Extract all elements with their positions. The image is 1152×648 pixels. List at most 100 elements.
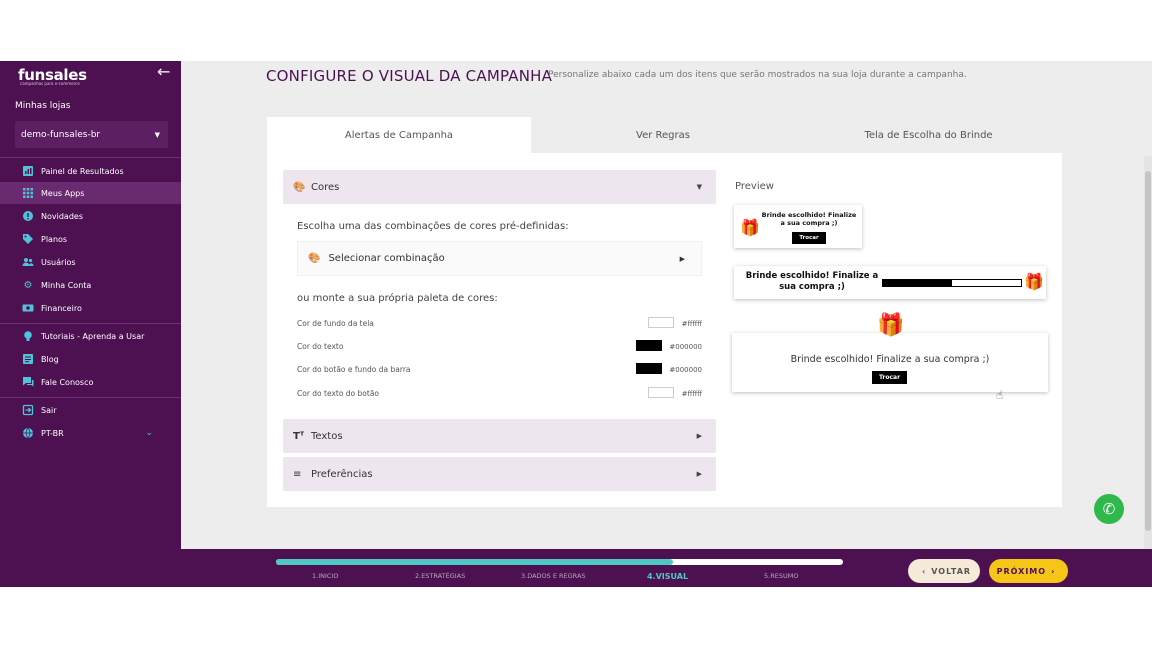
sidebar-item-painel[interactable]: Painel de Resultados — [0, 160, 181, 182]
logo-tagline: campanhas para e-commerce — [20, 81, 80, 86]
accordion-textos-header[interactable]: Tᵀ Textos ▶ — [283, 419, 716, 453]
color-swatch[interactable] — [648, 317, 674, 328]
globe-icon — [22, 427, 34, 439]
back-button-label: VOLTAR — [931, 566, 972, 576]
color-row-botao-barra: Cor do botão e fundo da barra #000000 — [297, 363, 702, 377]
own-palette-hint: ou monte a sua própria paleta de cores: — [297, 293, 498, 304]
chevron-left-icon: ‹ — [921, 566, 927, 576]
sidebar-item-sair[interactable]: Sair — [0, 399, 181, 421]
wizard-footer: 1.INICIO 2.ESTRATÉGIAS 3.DADOS E REGRAS … — [181, 549, 1152, 587]
accordion-title: Textos — [311, 430, 343, 442]
preset-hint: Escolha uma das combinações de cores pré… — [297, 221, 569, 232]
gear-icon: ⚙ — [23, 279, 33, 291]
color-hex[interactable]: #ffffff — [682, 320, 702, 328]
sidebar: funsales campanhas para e-commerce ← Min… — [0, 61, 181, 587]
language-select[interactable]: PT-BR ⌄ — [0, 422, 181, 444]
color-swatch[interactable] — [636, 363, 662, 374]
wizard-progress-fill — [276, 559, 673, 565]
color-hex[interactable]: #ffffff — [682, 390, 702, 398]
my-stores-label: Minhas lojas — [15, 101, 71, 111]
palette-icon: 🎨 — [293, 181, 306, 193]
sidebar-item-label: PT-BR — [41, 428, 64, 438]
sidebar-item-novidades[interactable]: Novidades — [0, 205, 181, 227]
preview-large-alert: Brinde escolhido! Finalize a sua compra … — [732, 333, 1048, 392]
wizard-progress-track — [276, 559, 843, 565]
sidebar-item-meus-apps[interactable]: Meus Apps — [0, 182, 181, 204]
preview-progress-bar — [882, 279, 1022, 287]
select-combination-button[interactable]: 🎨 Selecionar combinação ▶ — [297, 241, 702, 276]
blog-icon — [22, 353, 34, 365]
sidebar-item-planos[interactable]: Planos — [0, 228, 181, 250]
caret-right-icon: ▶ — [679, 254, 685, 263]
color-hex[interactable]: #000000 — [669, 343, 702, 351]
tab-ver-regras[interactable]: Ver Regras — [531, 117, 795, 153]
color-row-label: Cor de fundo da tela — [297, 319, 374, 328]
preview-small-button[interactable]: Trocar — [792, 232, 826, 244]
gift-icon: 🎁 — [877, 313, 905, 338]
text-size-icon: Tᵀ — [293, 430, 305, 442]
sidebar-item-fale-conosco[interactable]: Fale Conosco — [0, 371, 181, 393]
sidebar-item-label: Tutoriais - Aprenda a Usar — [41, 331, 145, 341]
whatsapp-icon[interactable]: ✆ — [1094, 494, 1124, 524]
step-estrategias[interactable]: 2.ESTRATÉGIAS — [415, 572, 465, 580]
accordion-preferencias-header[interactable]: ≡ Preferências ▶ — [283, 457, 716, 491]
sidebar-item-minha-conta[interactable]: ⚙ Minha Conta — [0, 274, 181, 296]
next-button-label: PRÓXIMO — [996, 566, 1047, 576]
caret-down-icon: ▼ — [696, 183, 702, 191]
preview-large-button[interactable]: Trocar — [872, 371, 907, 384]
preview-small-alert: 🎁 Brinde escolhido! Finalize a sua compr… — [734, 205, 862, 248]
color-row-texto-botao: Cor do texto do botão #ffffff — [297, 387, 702, 401]
color-row-label: Cor do texto — [297, 342, 344, 351]
preview-label: Preview — [735, 181, 774, 192]
color-swatch[interactable] — [636, 340, 662, 351]
sidebar-item-usuarios[interactable]: Usuários — [0, 251, 181, 273]
preview-progress-fill — [883, 280, 952, 286]
sidebar-item-blog[interactable]: Blog — [0, 348, 181, 370]
sidebar-divider — [0, 157, 181, 158]
sidebar-item-label: Fale Conosco — [41, 377, 94, 387]
grid-icon — [22, 187, 34, 199]
color-row-texto: Cor do texto #000000 — [297, 340, 702, 354]
sidebar-item-label: Blog — [41, 354, 59, 364]
color-row-label: Cor do botão e fundo da barra — [297, 365, 411, 374]
scrollbar-thumb[interactable] — [1145, 171, 1151, 531]
tab-alertas-de-campanha[interactable]: Alertas de Campanha — [267, 117, 531, 153]
sidebar-item-label: Financeiro — [41, 303, 82, 313]
main-content: CONFIGURE O VISUAL DA CAMPANHA Personali… — [181, 61, 1152, 549]
sidebar-item-label: Usuários — [41, 257, 76, 267]
bell-badge-icon — [22, 210, 34, 222]
step-dados-regras[interactable]: 3.DADOS E REGRAS — [521, 572, 586, 580]
sidebar-divider — [0, 397, 181, 398]
logout-icon — [22, 404, 34, 416]
chevron-down-icon: ⌄ — [145, 428, 153, 438]
sidebar-item-label: Meus Apps — [41, 188, 85, 198]
gift-icon: 🎁 — [1024, 272, 1044, 291]
sidebar-item-financeiro[interactable]: Financeiro — [0, 297, 181, 319]
money-icon — [22, 302, 34, 314]
next-button[interactable]: PRÓXIMO › — [989, 559, 1068, 583]
chart-board-icon — [22, 165, 34, 177]
preview-small-text: Brinde escolhido! Finalize a sua compra … — [761, 211, 857, 227]
color-hex[interactable]: #000000 — [669, 366, 702, 374]
accordion-title: Preferências — [311, 468, 373, 480]
arrow-left-icon[interactable]: ← — [157, 62, 170, 81]
tag-icon — [22, 233, 34, 245]
chevron-right-icon: › — [1051, 566, 1056, 576]
step-visual[interactable]: 4.VISUAL — [647, 572, 688, 581]
tab-tela-de-escolha-do-brinde[interactable]: Tela de Escolha do Brinde — [795, 117, 1062, 153]
back-button[interactable]: ‹ VOLTAR — [908, 559, 980, 583]
color-swatch[interactable] — [648, 387, 674, 398]
palette-icon: 🎨 — [308, 253, 321, 264]
sidebar-item-tutoriais[interactable]: Tutoriais - Aprenda a Usar — [0, 325, 181, 347]
chat-icon — [22, 376, 34, 388]
sidebar-item-label: Sair — [41, 405, 57, 415]
accordion-cores-header[interactable]: 🎨 Cores ▼ — [283, 170, 716, 204]
step-resumo[interactable]: 5.RESUMO — [764, 572, 798, 580]
sidebar-divider — [0, 323, 181, 324]
store-select[interactable]: demo-funsales-br ▼ — [15, 121, 168, 148]
color-row-label: Cor do texto do botão — [297, 389, 380, 398]
caret-down-icon: ▼ — [154, 130, 160, 139]
store-select-value: demo-funsales-br — [21, 129, 101, 140]
step-inicio[interactable]: 1.INICIO — [312, 572, 338, 580]
caret-right-icon: ▶ — [696, 470, 702, 478]
